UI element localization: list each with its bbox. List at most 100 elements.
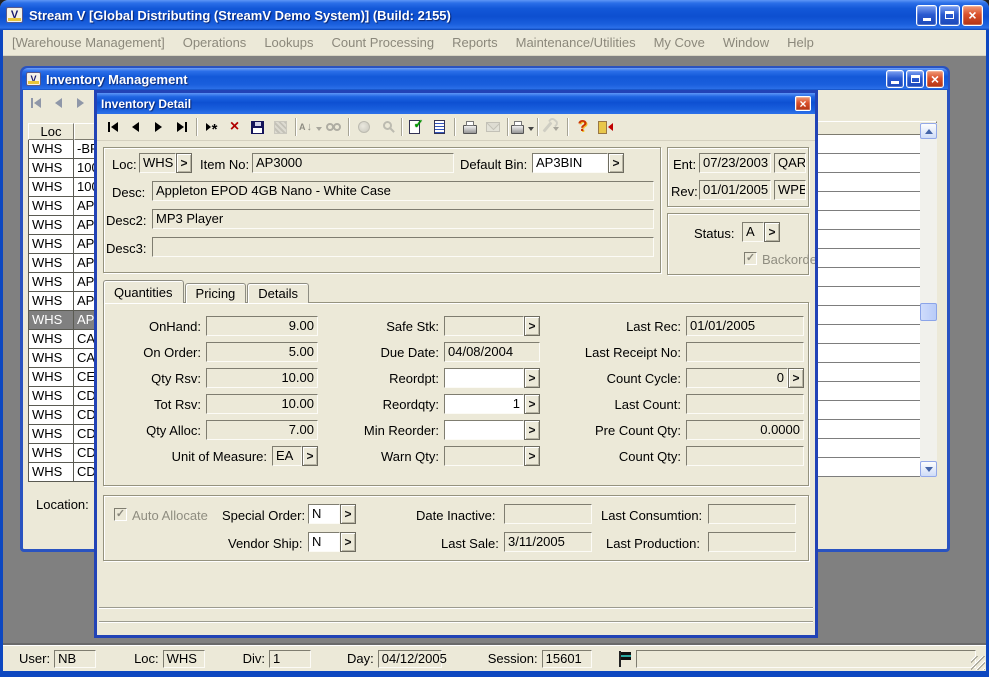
safe-stk-lookup-button[interactable]: > xyxy=(524,316,540,336)
detail-titlebar[interactable]: Inventory Detail × xyxy=(97,93,815,114)
session-value: 15601 xyxy=(542,650,592,668)
menu-item[interactable]: Window xyxy=(714,35,778,50)
toolbar-separator xyxy=(348,118,349,136)
im-maximize-button[interactable] xyxy=(906,70,924,88)
desc3-field[interactable] xyxy=(152,237,654,257)
main-titlebar[interactable]: V Stream V [Global Distributing (StreamV… xyxy=(0,0,989,30)
edit-record-icon[interactable]: ✓ xyxy=(405,116,428,138)
ent-date-field: 07/23/2003 xyxy=(699,153,771,173)
warn-qty-lookup-button[interactable]: > xyxy=(524,446,540,466)
maximize-button[interactable] xyxy=(939,5,960,26)
count-cycle-field[interactable]: 0 xyxy=(686,368,788,388)
help-icon[interactable]: ? xyxy=(571,116,594,138)
due-date-field: 04/08/2004 xyxy=(444,342,540,362)
detail-tabs: QuantitiesPricingDetails xyxy=(103,281,310,303)
close-button[interactable]: × xyxy=(962,5,983,26)
im-prev-record-button[interactable] xyxy=(50,93,66,113)
reordpt-field[interactable] xyxy=(444,368,524,388)
delete-record-icon[interactable]: × xyxy=(223,116,246,138)
tab-pricing[interactable]: Pricing xyxy=(185,283,247,303)
item-no-field[interactable]: AP3000 xyxy=(252,153,454,173)
vertical-scrollbar[interactable] xyxy=(920,123,937,477)
warn-qty-field[interactable] xyxy=(444,446,524,466)
reordpt-lookup-button[interactable]: > xyxy=(524,368,540,388)
backorder-label: Backorder xyxy=(762,252,815,267)
ent-user-field: QAR xyxy=(774,153,806,173)
loc-cell: WHS xyxy=(29,463,74,482)
reordqty-lookup-button[interactable]: > xyxy=(524,394,540,414)
last-count-field xyxy=(686,394,804,414)
menu-item[interactable]: Maintenance/Utilities xyxy=(507,35,645,50)
vendor-ship-lookup-button[interactable]: > xyxy=(340,532,356,552)
count-cycle-lookup-button[interactable]: > xyxy=(788,368,804,388)
loc-field[interactable]: WHS xyxy=(139,153,176,173)
first-record-icon[interactable] xyxy=(101,116,124,138)
loc-cell: WHS xyxy=(29,406,74,425)
qty-col2: Safe Stk:>Due Date:04/08/2004Reordpt:>Re… xyxy=(326,313,540,469)
menu-item[interactable]: Lookups xyxy=(255,35,322,50)
new-record-icon[interactable]: * xyxy=(200,116,223,138)
desc2-field[interactable]: MP3 Player xyxy=(152,209,654,229)
find-icon xyxy=(322,116,345,138)
notes-icon[interactable] xyxy=(428,116,451,138)
save-icon[interactable] xyxy=(246,116,269,138)
date-inactive-field xyxy=(504,504,592,524)
scrollbar-thumb[interactable] xyxy=(920,303,937,321)
menu-item[interactable]: Help xyxy=(778,35,823,50)
im-minimize-button[interactable] xyxy=(886,70,904,88)
vendor-ship-field[interactable]: N xyxy=(308,532,340,552)
unit-of-measure-field[interactable]: EA xyxy=(272,446,302,466)
backorder-checkbox[interactable]: ✓ xyxy=(744,252,757,265)
im-close-button[interactable]: × xyxy=(926,70,944,88)
menu-item[interactable]: [Warehouse Management] xyxy=(3,35,174,50)
last-consumtion-label: Last Consumtion: xyxy=(601,508,702,523)
last-production-label: Last Production: xyxy=(606,536,700,551)
loc-lookup-button[interactable]: > xyxy=(176,153,192,173)
scroll-up-button[interactable] xyxy=(920,123,937,139)
print-icon[interactable] xyxy=(458,116,481,138)
toolbar-separator xyxy=(401,118,402,136)
min-reorder-lookup-button[interactable]: > xyxy=(524,420,540,440)
tab-quantities[interactable]: Quantities xyxy=(103,280,184,303)
scroll-down-button[interactable] xyxy=(920,461,937,477)
status-lookup-button[interactable]: > xyxy=(764,222,780,242)
im-first-record-button[interactable] xyxy=(28,93,44,113)
menu-item[interactable]: Reports xyxy=(443,35,507,50)
safe-stk-label: Safe Stk: xyxy=(326,319,439,334)
minimize-button[interactable] xyxy=(916,5,937,26)
menu-item[interactable]: Count Processing xyxy=(322,35,443,50)
print-options-icon[interactable] xyxy=(511,116,534,138)
default-bin-field[interactable]: AP3BIN xyxy=(532,153,608,173)
special-order-field[interactable]: N xyxy=(308,504,340,524)
reordqty-field[interactable]: 1 xyxy=(444,394,524,414)
last-count-label: Last Count: xyxy=(554,397,681,412)
min-reorder-field[interactable] xyxy=(444,420,524,440)
next-record-icon[interactable] xyxy=(147,116,170,138)
safe-stk-field[interactable] xyxy=(444,316,524,336)
date-inactive-label: Date Inactive: xyxy=(416,508,496,523)
qty-rsv-field: 10.00 xyxy=(206,368,318,388)
last-production-field xyxy=(708,532,796,552)
main-title: Stream V [Global Distributing (StreamV D… xyxy=(29,8,916,23)
tools-icon xyxy=(541,116,564,138)
tab-details[interactable]: Details xyxy=(247,283,309,303)
im-titlebar[interactable]: V Inventory Management × xyxy=(22,68,948,90)
day-label: Day: xyxy=(347,651,374,666)
status-field[interactable]: A xyxy=(742,222,764,242)
auto-allocate-checkbox[interactable]: ✓ xyxy=(114,508,127,521)
desc-field[interactable]: Appleton EPOD 4GB Nano - White Case xyxy=(152,181,654,201)
last-record-icon[interactable] xyxy=(170,116,193,138)
exit-icon[interactable] xyxy=(594,116,617,138)
special-order-lookup-button[interactable]: > xyxy=(340,504,356,524)
im-next-record-button[interactable] xyxy=(72,93,88,113)
prev-record-icon[interactable] xyxy=(124,116,147,138)
detail-close-button[interactable]: × xyxy=(795,96,811,111)
default-bin-lookup-button[interactable]: > xyxy=(608,153,624,173)
separator-line xyxy=(99,621,813,623)
loc-column-header[interactable]: Loc xyxy=(28,123,74,140)
on-order-label: On Order: xyxy=(114,345,201,360)
resize-grip[interactable] xyxy=(971,656,985,670)
menu-item[interactable]: My Cove xyxy=(645,35,714,50)
unit-of-measure-lookup-button[interactable]: > xyxy=(302,446,318,466)
menu-item[interactable]: Operations xyxy=(174,35,256,50)
